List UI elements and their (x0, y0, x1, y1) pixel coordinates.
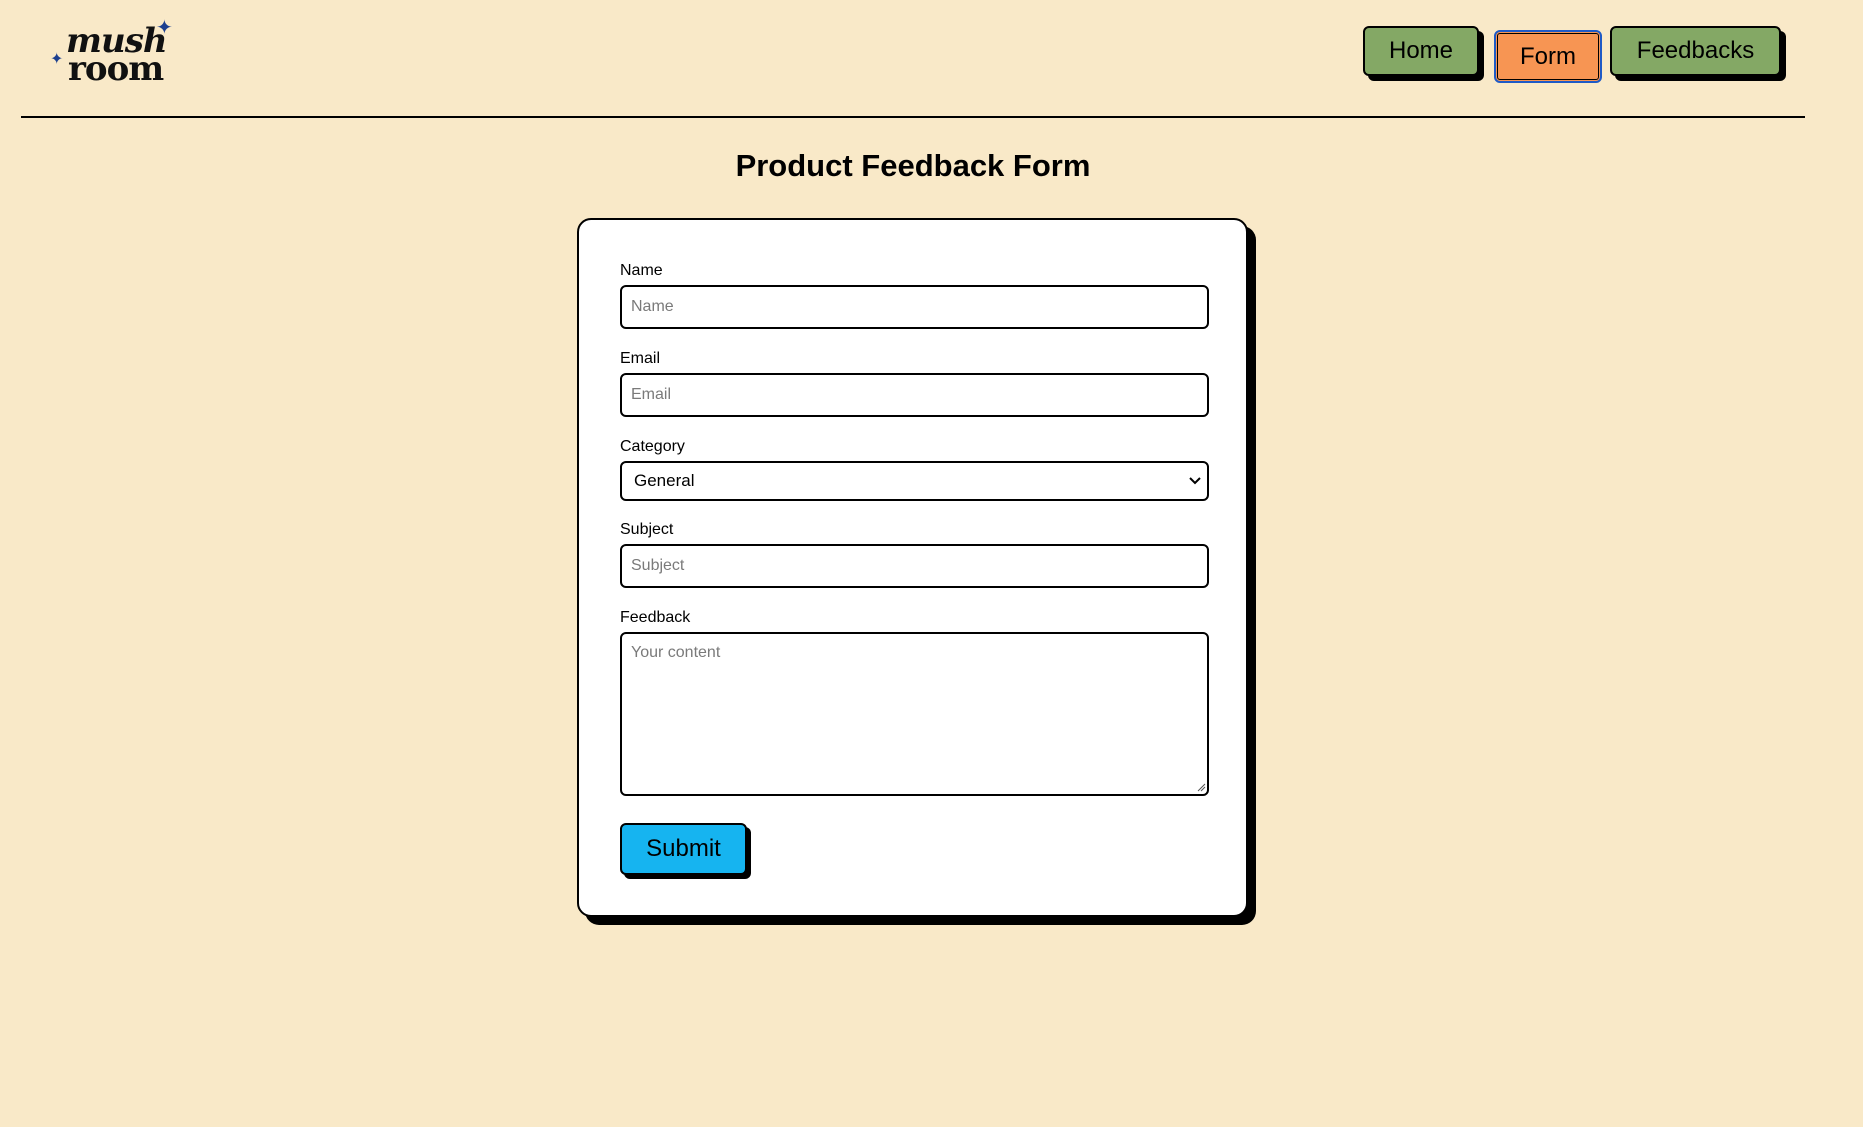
subject-input[interactable] (620, 544, 1209, 588)
mushroom-logo[interactable]: ✦ ✦ mush room (50, 14, 180, 89)
sparkle-icon: ✦ (50, 51, 64, 68)
chevron-down-icon (1187, 473, 1203, 489)
feedback-label: Feedback (620, 609, 691, 626)
resize-handle-icon[interactable] (1196, 782, 1206, 792)
page-title: Product Feedback Form (735, 148, 1091, 183)
submit-button[interactable]: Submit (620, 823, 747, 875)
category-selected-value: General (634, 471, 695, 490)
logo-text-line2: room (68, 49, 164, 89)
category-label: Category (620, 438, 685, 455)
nav-form-button[interactable]: Form (1494, 30, 1602, 83)
header-divider (21, 116, 1805, 118)
subject-label: Subject (620, 521, 674, 538)
name-input[interactable] (620, 285, 1209, 329)
email-label: Email (620, 350, 661, 367)
category-select[interactable]: General (620, 461, 1209, 501)
name-label: Name (620, 262, 663, 279)
nav-feedbacks-button[interactable]: Feedbacks (1610, 26, 1781, 76)
nav-home-button[interactable]: Home (1363, 26, 1479, 76)
feedback-form-card: Name Email Category General Subject Feed… (577, 218, 1248, 917)
feedback-textarea[interactable] (620, 632, 1209, 796)
email-input[interactable] (620, 373, 1209, 417)
page: ✦ ✦ mush room Home Form Feedbacks Produc… (0, 0, 1863, 1127)
